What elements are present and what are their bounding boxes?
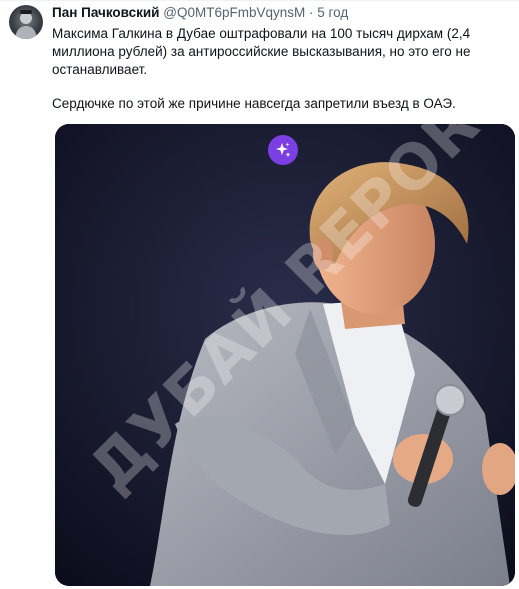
video-frame — [55, 124, 515, 586]
tweet[interactable]: Пан Пачковский @Q0MT6pFmbVqynsM · 5 год … — [0, 0, 519, 589]
tweet-text: Максима Галкина в Дубае оштрафовали на 1… — [52, 25, 507, 113]
author-name[interactable]: Пан Пачковский — [52, 5, 159, 20]
tweet-header: Пан Пачковский @Q0MT6pFmbVqynsM · 5 год — [52, 4, 348, 21]
tweet-paragraph-1: Максима Галкина в Дубае оштрафовали на 1… — [52, 26, 471, 77]
avatar[interactable] — [9, 5, 43, 39]
tweet-paragraph-2: Сердючке по этой же причине навсегда зап… — [52, 96, 456, 111]
author-handle[interactable]: @Q0MT6pFmbVqynsM — [163, 5, 305, 20]
separator-dot: · — [309, 5, 314, 20]
ai-sparkle-badge[interactable] — [268, 135, 298, 165]
sparkle-icon — [276, 142, 291, 158]
tweet-timestamp[interactable]: 5 год — [317, 5, 348, 20]
tweet-video-media[interactable]: ДУБАЙ REPORT — [55, 124, 515, 586]
